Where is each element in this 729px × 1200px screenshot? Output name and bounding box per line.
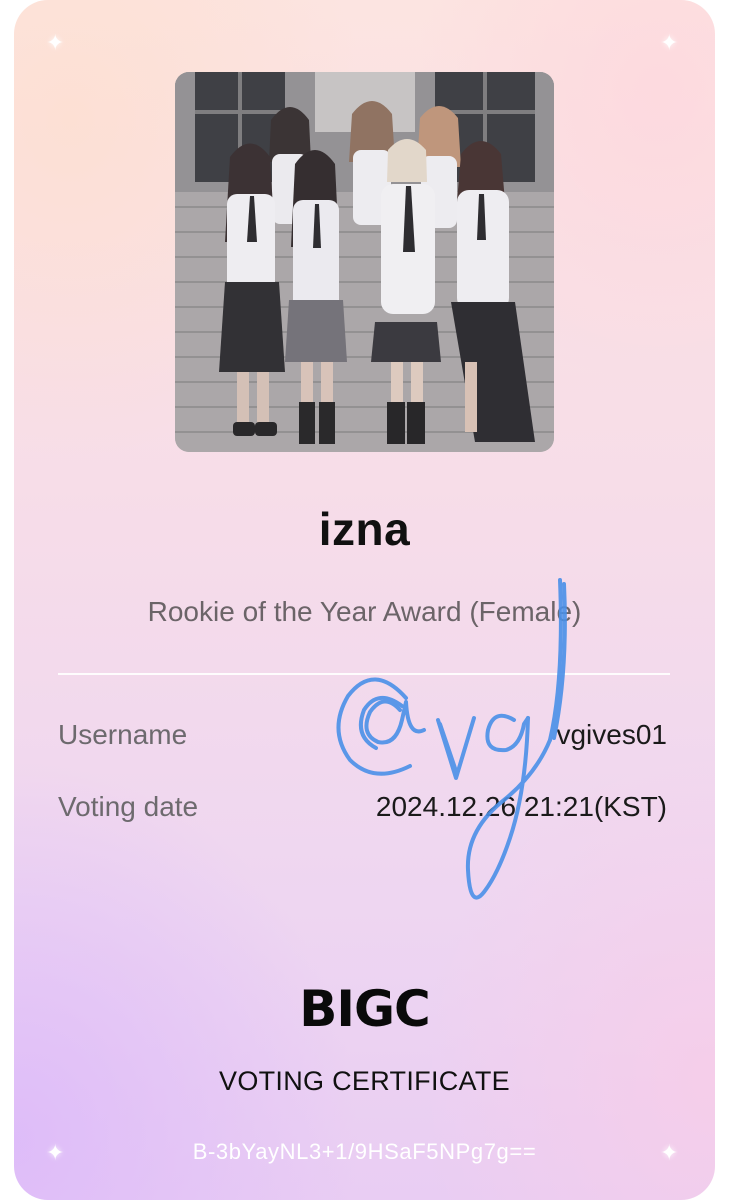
voting-date-label: Voting date — [58, 791, 199, 822]
handwritten-signature — [336, 578, 567, 900]
sparkle-icon: ✦ — [46, 30, 65, 55]
sparkle-icon: ✦ — [660, 30, 679, 55]
artist-name: izna — [318, 503, 411, 555]
brand-logo: BIGC — [299, 980, 430, 1038]
certificate-code: B-3bYayNL3+1/9HSaF5NPg7g== — [192, 1139, 537, 1164]
artist-photo — [175, 72, 554, 452]
certificate-subtitle: VOTING CERTIFICATE — [219, 1066, 510, 1096]
username-label: Username — [58, 719, 188, 750]
voting-certificate-card: ✦ ✦ ✦ ✦ izna Rookie of the Year Award (F… — [14, 0, 715, 1200]
